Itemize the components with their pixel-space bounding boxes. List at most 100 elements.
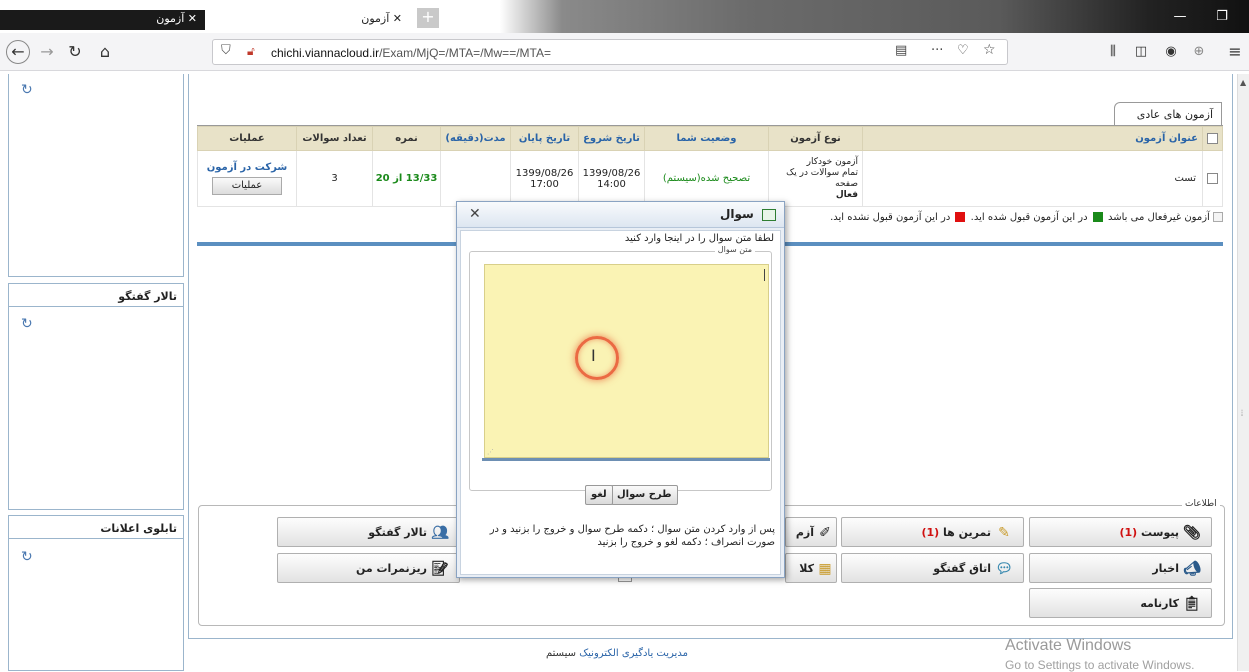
dialog-title: سوال <box>719 207 754 221</box>
shield-icon[interactable]: ⛉ <box>221 43 231 58</box>
question-field-label: متن سوال <box>714 245 755 254</box>
sidebar-icon[interactable]: ◫ <box>1130 41 1152 63</box>
question-fieldset: متن سوال I ⋰ <box>469 245 772 491</box>
operations-cell: شرکت در آزمون عملیات <box>197 150 297 207</box>
address-bar[interactable]: ⛉ 🔓︎ chichi.viannacloud.ir/Exam/MjQ=/MTA… <box>212 39 1008 65</box>
inactive-swatch <box>1213 212 1223 222</box>
exam-title: تست <box>862 150 1203 207</box>
back-icon[interactable]: ← <box>6 40 30 64</box>
text-caret <box>764 269 765 281</box>
join-exam-link[interactable]: شرکت در آزمون <box>198 162 296 173</box>
class-button[interactable]: ▦ کلا <box>785 553 837 583</box>
question-text-input[interactable]: I ⋰ <box>484 264 769 458</box>
col-header-title[interactable]: عنوان آزمون <box>862 126 1203 151</box>
star-icon[interactable]: ☆ <box>983 42 996 58</box>
editor-status-bar <box>482 458 770 461</box>
refresh-icon[interactable]: ↻ <box>21 316 33 332</box>
exercises-count: (1) <box>921 526 940 539</box>
col-header-end[interactable]: تاریخ پایان <box>510 126 579 151</box>
operations-button[interactable]: عملیات <box>212 177 282 195</box>
reload-icon[interactable]: ↻ <box>64 41 86 63</box>
pocket-icon[interactable]: ♡ <box>957 43 969 58</box>
dialog-body: لطفا متن سوال را در اینجا وارد کنید متن … <box>460 230 781 575</box>
attachments-count: (1) <box>1119 526 1138 539</box>
footer-link[interactable]: مدیریت یادگیری الکترونیک <box>579 648 688 659</box>
report-card-button[interactable]: 📋︎ کارنامه <box>1029 588 1212 618</box>
cancel-button[interactable]: لغو <box>585 485 613 505</box>
close-icon[interactable]: ✕ <box>469 206 481 222</box>
more-icon[interactable]: ··· <box>931 43 943 58</box>
select-all-checkbox[interactable] <box>1207 132 1218 144</box>
tab-exam-active[interactable]: ✕ آزمون <box>330 8 410 33</box>
col-header-status[interactable]: وضعیت شما <box>644 126 769 151</box>
restore-button[interactable]: ❐ <box>1207 8 1237 26</box>
table-header-row: عنوان آزمون نوع آزمون وضعیت شما تاریخ شر… <box>197 126 1223 151</box>
notices-panel-title: تابلوی اعلانات <box>100 522 177 535</box>
tab-exam-inactive[interactable]: ✕ آزمون <box>0 10 205 30</box>
question-dialog: سوال ✕ لطفا متن سوال را در اینجا وارد کن… <box>456 201 785 578</box>
exams-button[interactable]: ✐ آزم <box>785 517 837 547</box>
exam-score: 13/33 از 20 <box>372 150 441 207</box>
col-header-start[interactable]: تاریخ شروع <box>578 126 645 151</box>
dialog-titlebar[interactable]: سوال ✕ <box>457 202 784 228</box>
home-icon[interactable]: ⌂ <box>94 41 116 63</box>
info-panel-legend: اطلاعات <box>1182 499 1220 509</box>
refresh-icon[interactable]: ↻ <box>21 82 33 98</box>
attachments-button[interactable]: 📎︎ پیوست (1) <box>1029 517 1212 547</box>
forward-icon[interactable]: → <box>36 41 58 63</box>
exam-pencil-icon: ✐ <box>819 525 831 541</box>
row-select-cell[interactable] <box>1202 150 1223 207</box>
exam-active-label: فعال <box>835 189 858 200</box>
library-icon[interactable]: ⫼ <box>1102 41 1124 63</box>
exam-type-auto: آزمون خودکار <box>806 156 858 167</box>
extension-icon[interactable]: ⊕ <box>1188 41 1210 63</box>
account-icon[interactable]: ◉ <box>1160 41 1182 63</box>
paperclip-icon: 📎︎ <box>1183 525 1201 541</box>
close-tab-icon[interactable]: ✕ <box>393 12 402 25</box>
new-tab-button[interactable]: + <box>417 8 439 28</box>
menu-icon[interactable]: ≡ <box>1224 41 1246 63</box>
select-all-cell[interactable] <box>1202 126 1223 151</box>
scroll-grip-icon[interactable]: ⦙ <box>1241 409 1243 419</box>
notepad-icon: ✎ <box>998 525 1010 541</box>
url-text[interactable]: chichi.viannacloud.ir/Exam/MjQ=/MTA=/Mw=… <box>271 46 551 60</box>
reader-icon[interactable]: ▤ <box>895 43 907 58</box>
news-label: اخبار <box>1152 562 1179 575</box>
chatroom-button[interactable]: 💬︎ اتاق گفتگو <box>841 553 1024 583</box>
news-button[interactable]: 📣︎ اخبار <box>1029 553 1212 583</box>
exercises-label: تمرین ها <box>943 526 991 539</box>
row-checkbox[interactable] <box>1207 172 1218 184</box>
dialog-instruction: لطفا متن سوال را در اینجا وارد کنید <box>624 233 774 244</box>
class-label: کلا <box>799 562 814 575</box>
activation-watermark-title: Activate Windows <box>1005 637 1132 654</box>
resize-grip-icon[interactable]: ⋰ <box>487 448 494 456</box>
my-grades-label: ریزنمرات من <box>355 562 427 575</box>
close-tab-icon[interactable]: ✕ <box>188 12 197 25</box>
page-scrollbar[interactable]: ▲ ⦙ <box>1237 74 1249 671</box>
form-icon <box>762 208 776 221</box>
minimize-button[interactable]: — <box>1165 8 1195 26</box>
ibeam-cursor-icon: I <box>591 346 596 365</box>
browser-tab-strip: ✕ آزمون ✕ آزمون + — ❐ <box>0 0 1249 33</box>
insecure-lock-icon[interactable]: 🔓︎ <box>247 44 255 59</box>
start-time: 14:00 <box>597 178 626 190</box>
start-cell: 1399/08/26 14:00 <box>578 150 645 207</box>
forum-label: تالار گفتگو <box>368 526 427 539</box>
my-grades-button[interactable]: 📝︎ ریزنمرات من <box>277 553 460 583</box>
legend-inactive: آزمون غیرفعال می باشد <box>1107 212 1210 223</box>
exercises-button[interactable]: ✎ تمرین ها (1) <box>841 517 1024 547</box>
refresh-icon[interactable]: ↻ <box>21 549 33 565</box>
divider <box>9 538 183 539</box>
col-header-score: نمره <box>372 126 441 151</box>
end-date: 1399/08/26 <box>515 167 574 179</box>
sidebar-panel-top: ↻ <box>8 74 184 277</box>
scroll-up-icon[interactable]: ▲ <box>1240 78 1246 87</box>
col-header-duration[interactable]: مدت(دقیقه) <box>440 126 511 151</box>
grades-sheet-icon: 📝︎ <box>431 561 449 577</box>
forum-button[interactable]: 👥︎ تالار گفتگو <box>277 517 460 547</box>
exam-duration <box>440 150 511 207</box>
submit-question-button[interactable]: طرح سوال <box>611 485 678 505</box>
tab-regular-exams[interactable]: آزمون های عادی <box>1114 102 1222 126</box>
activation-watermark-sub: Go to Settings to activate Windows. <box>1005 658 1195 672</box>
megaphone-icon: 📣︎ <box>1183 561 1201 577</box>
